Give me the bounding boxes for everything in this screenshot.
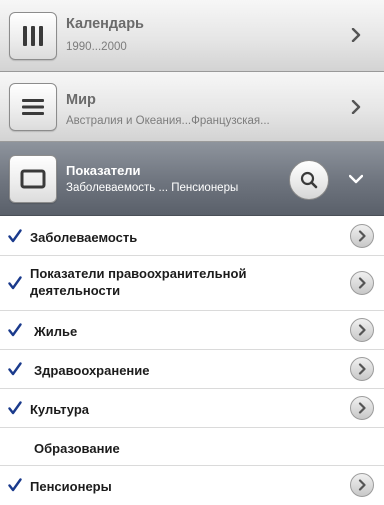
columns-icon [23, 26, 43, 46]
list-item[interactable]: Пенсионеры [0, 466, 384, 505]
chevron-right-circle-icon[interactable] [350, 396, 374, 420]
world-subtitle: Австралия и Океания...Французская... [66, 115, 270, 127]
calendar-title: Календарь [66, 16, 144, 32]
search-button[interactable] [289, 160, 329, 200]
search-icon [300, 171, 318, 189]
chevron-right-circle-icon[interactable] [350, 473, 374, 497]
list-item-label: Культура [30, 402, 90, 417]
list-item-label: Образование [34, 441, 120, 456]
indicator-list: Заболеваемость Показатели правоохранител… [0, 217, 384, 505]
list-item[interactable]: Заболеваемость [0, 217, 384, 256]
calendar-tile [9, 12, 57, 60]
list-item[interactable]: Показатели правоохранительной деятельнос… [0, 256, 384, 311]
square-icon [20, 169, 46, 189]
checkmark-icon [8, 478, 22, 492]
list-item-label: Показатели правоохранительной деятельнос… [30, 266, 247, 298]
list-item[interactable]: Здравоохранение [0, 350, 384, 389]
checkmark-icon [8, 276, 22, 290]
world-title: Мир [66, 92, 96, 108]
list-item[interactable]: Образование [0, 428, 384, 466]
list-item-label: Заболеваемость [30, 230, 138, 245]
checkmark-icon [8, 229, 22, 243]
checkmark-icon [8, 401, 22, 415]
list-item[interactable]: Культура [0, 389, 384, 428]
chevron-right-circle-icon[interactable] [350, 271, 374, 295]
indicators-section[interactable]: Показатели Заболеваемость ... Пенсионеры [0, 142, 384, 216]
chevron-right-circle-icon[interactable] [350, 318, 374, 342]
list-item-label: Здравоохранение [34, 363, 150, 378]
indicators-subtitle: Заболеваемость ... Пенсионеры [66, 182, 239, 194]
chevron-right-icon[interactable] [348, 27, 364, 43]
chevron-down-icon[interactable] [348, 171, 364, 187]
list-item[interactable]: Жилье [0, 311, 384, 350]
world-tile [9, 83, 57, 131]
indicators-tile [9, 155, 57, 203]
checkmark-icon [8, 323, 22, 337]
list-icon [22, 99, 44, 115]
calendar-subtitle: 1990...2000 [66, 41, 127, 53]
list-item-label: Пенсионеры [30, 479, 112, 494]
chevron-right-icon[interactable] [348, 99, 364, 115]
world-section[interactable]: Мир Австралия и Океания...Французская... [0, 72, 384, 142]
list-item-label: Жилье [34, 324, 78, 339]
checkmark-icon [8, 362, 22, 376]
chevron-right-circle-icon[interactable] [350, 224, 374, 248]
chevron-right-circle-icon[interactable] [350, 357, 374, 381]
calendar-section[interactable]: Календарь 1990...2000 [0, 0, 384, 72]
indicators-title: Показатели [66, 163, 141, 178]
